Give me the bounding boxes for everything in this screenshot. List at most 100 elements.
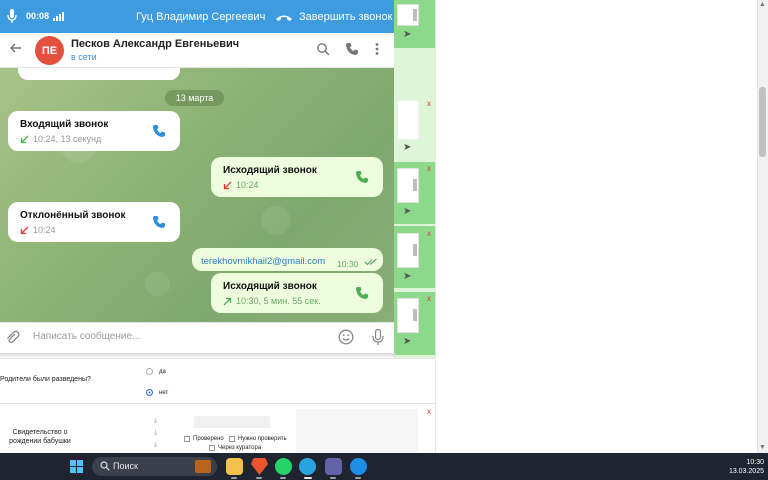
scroll-up-arrow-icon[interactable]: ▲ <box>759 1 766 8</box>
remove-mark[interactable]: x <box>427 164 431 173</box>
chat-header: ПЕ Песков Александр Евгеньевич в сети <box>0 33 394 68</box>
clock-date: 13.03.2025 <box>728 468 764 475</box>
send-comment-icon[interactable]: ➤ <box>403 207 415 217</box>
form-comment-cell[interactable] <box>397 233 419 268</box>
send-comment-icon[interactable]: ➤ <box>403 337 415 347</box>
checkbox-needs-check[interactable]: Нужно проверить <box>229 436 287 442</box>
radio-button[interactable] <box>146 368 153 375</box>
avatar[interactable]: ПЕ <box>35 36 64 65</box>
call-title: Исходящий звонок <box>223 281 317 292</box>
more-menu-icon[interactable] <box>370 42 384 56</box>
column-divider <box>435 0 436 453</box>
scroll-down-arrow-icon[interactable]: ▼ <box>759 444 766 451</box>
file-explorer-icon[interactable] <box>226 458 243 475</box>
contact-name[interactable]: Песков Александр Евгеньевич <box>71 38 239 50</box>
attach-paperclip-icon[interactable] <box>5 330 20 345</box>
remove-mark[interactable]: x <box>427 99 431 108</box>
read-receipt-icon <box>364 258 377 266</box>
call-title: Исходящий звонок <box>223 165 317 176</box>
missed-arrow-icon <box>223 181 232 189</box>
start-button[interactable] <box>70 460 83 473</box>
form-comment-cell[interactable] <box>397 100 419 140</box>
document-comment-box[interactable] <box>296 409 418 453</box>
back-arrow-icon[interactable] <box>8 40 24 56</box>
call-meta-text: 10:24 <box>236 180 259 190</box>
search-label: Поиск <box>113 461 138 471</box>
call-back-icon[interactable] <box>152 215 166 229</box>
app-running-indicator <box>330 477 336 479</box>
phone-call-icon[interactable] <box>345 42 359 56</box>
call-message-outgoing[interactable]: Исходящий звонок 10:30, 5 мин. 55 сек. <box>211 273 383 313</box>
chat-message-area[interactable]: 13 марта Входящий звонок 10:24, 13 секун… <box>0 68 394 322</box>
call-message-incoming[interactable]: Входящий звонок 10:24, 13 секунд <box>8 111 180 151</box>
form-divider <box>0 403 435 404</box>
form-comment-cell[interactable] <box>397 4 419 26</box>
download-icon[interactable]: ⤓ <box>154 429 157 437</box>
app-running-indicator <box>355 477 361 479</box>
system-clock[interactable]: 10:30 13.03.2025 <box>718 458 764 476</box>
app-running-indicator <box>231 477 237 479</box>
checkbox-label: Через куратора <box>218 445 262 451</box>
message-input[interactable]: Написать сообщение... <box>33 331 140 342</box>
radio-option-yes[interactable]: да <box>146 368 166 375</box>
document-preview[interactable] <box>194 416 270 428</box>
declined-arrow-icon <box>20 226 29 234</box>
send-comment-icon[interactable]: ➤ <box>403 272 415 282</box>
page-scrollbar-thumb[interactable] <box>759 87 766 157</box>
end-call-label: Завершить звонок <box>299 11 393 23</box>
call-message-outgoing[interactable]: Исходящий звонок 10:24 <box>211 157 383 197</box>
edge-app-icon[interactable] <box>350 458 367 475</box>
call-message-declined[interactable]: Отклонённый звонок 10:24 <box>8 202 180 242</box>
checkbox[interactable] <box>184 436 190 442</box>
signal-strength-icon <box>53 11 64 21</box>
call-participant-name[interactable]: Гуц Владимир Сергеевич <box>136 11 265 23</box>
checkbox-verified[interactable]: Проверено <box>184 436 224 442</box>
checkbox-label: Нужно проверить <box>238 436 287 442</box>
document-label: Свидетельство о рождении бабушки <box>9 429 71 445</box>
download-icon[interactable]: ⤓ <box>154 417 157 425</box>
remove-mark[interactable]: x <box>427 229 431 238</box>
windows-taskbar: Поиск 10:30 13.03.2025 <box>0 453 768 480</box>
send-comment-icon[interactable]: ➤ <box>403 30 415 40</box>
brave-browser-icon[interactable] <box>251 458 268 475</box>
radio-option-no[interactable]: нет <box>146 389 168 396</box>
call-back-icon[interactable] <box>355 286 369 300</box>
checkbox-via-curator[interactable]: Через куратора <box>209 445 261 451</box>
taskbar-search[interactable]: Поиск <box>92 457 217 476</box>
checkbox-label: Проверено <box>193 436 224 442</box>
emoji-icon[interactable] <box>338 329 354 345</box>
form-comment-cell[interactable] <box>397 298 419 333</box>
voice-message-mic-icon[interactable] <box>372 329 384 346</box>
download-icon[interactable]: ⤓ <box>154 441 157 449</box>
form-divider <box>0 358 435 359</box>
search-icon <box>100 461 110 471</box>
call-meta: 10:24 <box>223 180 259 190</box>
form-comment-cell[interactable] <box>397 168 419 203</box>
app-running-indicator <box>280 477 286 479</box>
search-highlight-icon[interactable] <box>195 460 211 473</box>
page-scrollbar[interactable] <box>757 0 768 453</box>
checkbox[interactable] <box>229 436 235 442</box>
whatsapp-icon[interactable] <box>275 458 292 475</box>
teams-icon[interactable] <box>325 458 342 475</box>
end-call-button[interactable]: Завершить звонок <box>275 7 392 27</box>
call-back-icon[interactable] <box>152 124 166 138</box>
remove-mark[interactable]: x <box>427 407 431 416</box>
text-message-outgoing[interactable]: terekhovmikhail2@gmail.com 10:30 <box>192 248 383 271</box>
checkbox[interactable] <box>209 445 215 451</box>
clock-time: 10:30 <box>746 459 764 466</box>
radio-button-selected[interactable] <box>146 389 153 396</box>
call-meta: 10:24 <box>20 225 56 235</box>
call-meta: 10:30, 5 мин. 55 сек. <box>223 296 321 306</box>
search-icon[interactable] <box>316 42 330 56</box>
email-link[interactable]: terekhovmikhail2@gmail.com <box>201 256 325 267</box>
call-back-icon[interactable] <box>355 170 369 184</box>
radio-label: да <box>159 368 166 375</box>
message-time: 10:30 <box>337 259 359 269</box>
send-comment-icon[interactable]: ➤ <box>403 143 415 153</box>
remove-mark[interactable]: x <box>427 294 431 303</box>
previous-message-bubble[interactable] <box>18 68 180 80</box>
active-call-bar[interactable]: 00:08 Гуц Владимир Сергеевич Завершить з… <box>0 0 394 33</box>
telegram-icon[interactable] <box>299 458 316 475</box>
microphone-icon[interactable] <box>7 9 17 24</box>
